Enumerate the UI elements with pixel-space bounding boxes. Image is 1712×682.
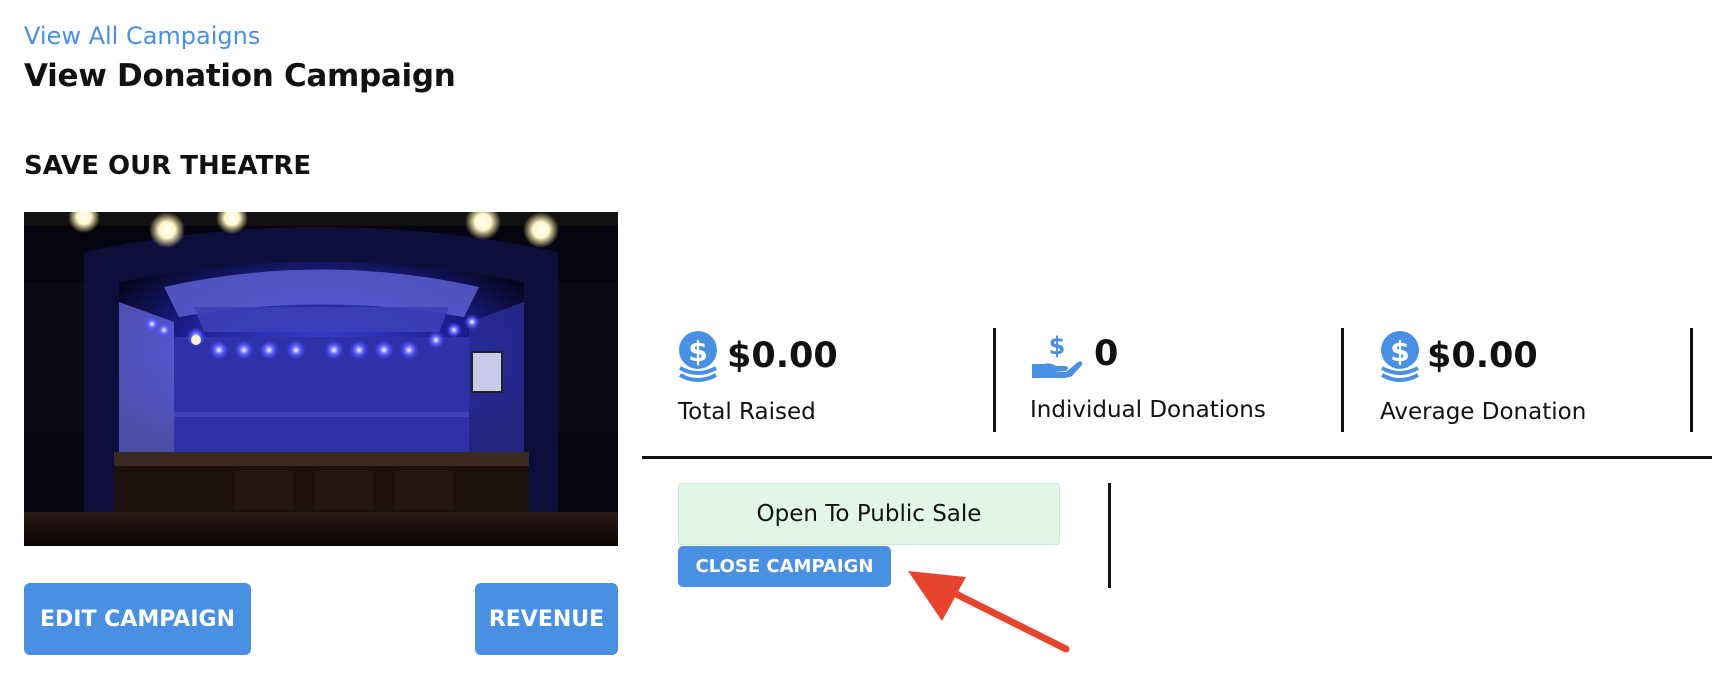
svg-text:$: $ xyxy=(1390,335,1409,368)
stat-average-donation: $ $0.00 Average Donation xyxy=(1380,330,1680,430)
stats-separator xyxy=(642,456,1712,459)
total-raised-label: Total Raised xyxy=(678,399,816,425)
close-campaign-button[interactable]: CLOSE CAMPAIGN xyxy=(678,546,891,587)
stat-divider xyxy=(993,328,996,432)
campaign-image xyxy=(24,212,618,546)
average-donation-value: $0.00 xyxy=(1427,336,1538,376)
total-raised-value: $0.00 xyxy=(727,336,838,376)
average-donation-label: Average Donation xyxy=(1380,399,1587,425)
view-all-campaigns-link[interactable]: View All Campaigns xyxy=(24,22,260,50)
campaign-name: SAVE OUR THEATRE xyxy=(24,151,312,181)
stat-divider xyxy=(1690,328,1693,432)
page-title: View Donation Campaign xyxy=(24,58,456,94)
revenue-button[interactable]: REVENUE xyxy=(475,583,618,655)
svg-text:$: $ xyxy=(1049,332,1066,360)
individual-donations-value: 0 xyxy=(1094,334,1119,374)
coins-dollar-icon: $ xyxy=(678,330,718,390)
edit-campaign-button[interactable]: EDIT CAMPAIGN xyxy=(24,583,251,655)
annotation-arrow-icon xyxy=(908,571,1070,653)
svg-text:$: $ xyxy=(688,335,707,368)
coins-dollar-icon: $ xyxy=(1380,330,1420,390)
hand-dollar-icon: $ xyxy=(1030,330,1084,384)
campaign-status-badge: Open To Public Sale xyxy=(678,483,1060,545)
individual-donations-label: Individual Donations xyxy=(1030,397,1266,423)
stat-divider xyxy=(1341,328,1344,432)
status-divider xyxy=(1108,483,1111,588)
stat-total-raised: $ $0.00 Total Raised xyxy=(678,330,978,430)
stat-individual-donations: $ 0 Individual Donations xyxy=(1030,330,1340,430)
